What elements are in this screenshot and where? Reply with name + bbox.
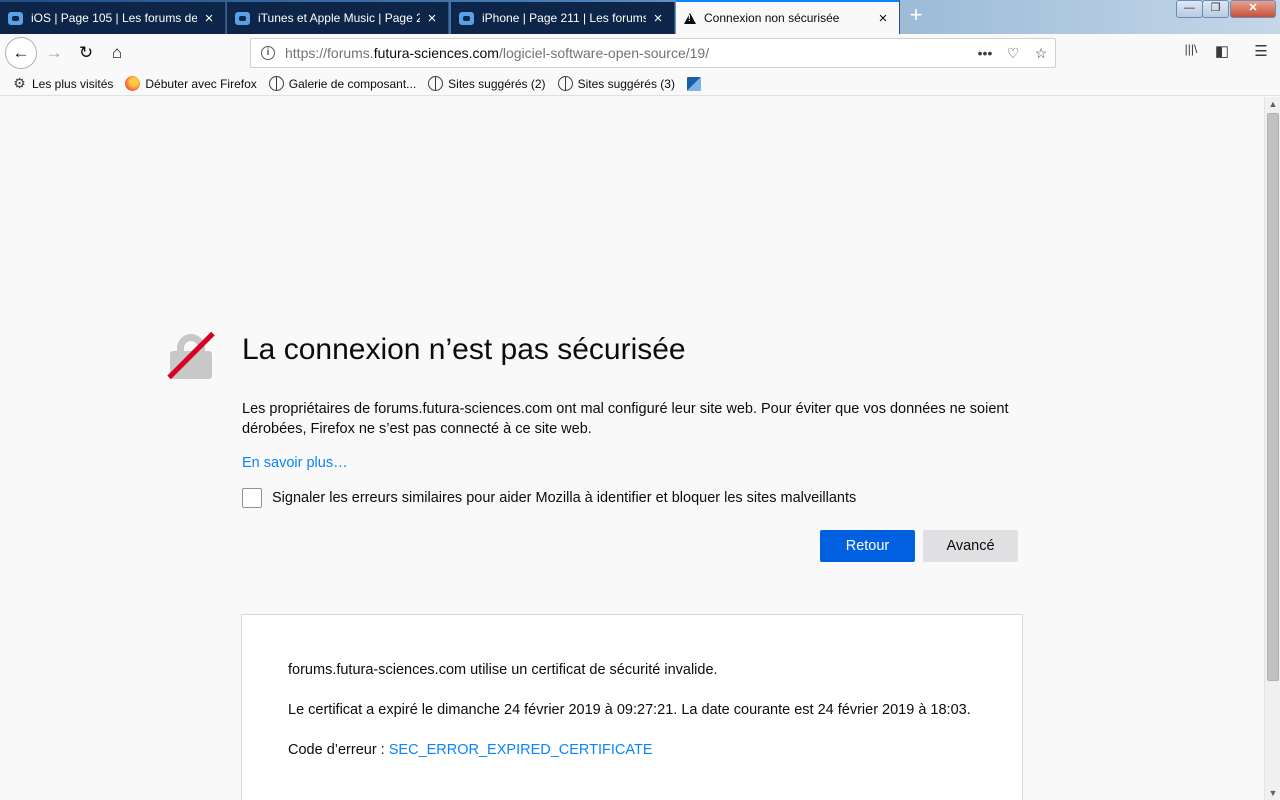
tab-iphone[interactable]: iPhone | Page 211 | Les forums ×: [451, 2, 675, 34]
new-tab-button[interactable]: +: [904, 4, 928, 28]
tab-label: iOS | Page 105 | Les forums de l: [31, 11, 197, 25]
bookmark-suggested-sites-3[interactable]: Sites suggérés (3): [557, 76, 675, 91]
page-title: La connexion n’est pas sécurisée: [242, 333, 686, 366]
tab-close-icon[interactable]: ×: [201, 10, 217, 27]
library-icon[interactable]: |||\: [1180, 42, 1202, 56]
bookmark-getting-started[interactable]: Débuter avec Firefox: [125, 76, 257, 91]
bookmarks-toolbar: ⚙ Les plus visités Débuter avec Firefox …: [0, 72, 1280, 96]
pocket-icon[interactable]: ♡: [999, 45, 1027, 62]
tab-label: iPhone | Page 211 | Les forums: [482, 11, 646, 25]
broken-lock-icon: [166, 331, 216, 381]
bookmark-suggested-sites-2[interactable]: Sites suggérés (2): [428, 76, 546, 91]
tab-itunes[interactable]: iTunes et Apple Music | Page 2 ×: [227, 2, 449, 34]
firefox-icon: [125, 76, 141, 91]
learn-more-link[interactable]: En savoir plus…: [242, 455, 348, 471]
forum-favicon-icon: [459, 11, 474, 25]
navigation-toolbar: ← → ↻ ⌂ i https://forums.futura-sciences…: [0, 34, 1280, 72]
invalid-cert-text: forums.futura-sciences.com utilise un ce…: [288, 662, 718, 678]
error-code-line: Code d’erreur : SEC_ERROR_EXPIRED_CERTIF…: [288, 742, 653, 758]
globe-icon: [428, 76, 444, 91]
restore-button[interactable]: ❐: [1202, 0, 1229, 18]
close-window-button[interactable]: ✕: [1230, 0, 1276, 18]
site-favicon-icon: [686, 76, 701, 91]
gear-icon: ⚙: [13, 75, 26, 91]
minimize-button[interactable]: —: [1176, 0, 1203, 18]
go-back-button[interactable]: Retour: [820, 530, 915, 562]
tab-close-icon[interactable]: ×: [424, 10, 440, 27]
report-errors-checkbox[interactable]: [242, 488, 262, 508]
tab-label: Connexion non sécurisée: [704, 11, 840, 25]
scroll-down-icon[interactable]: ▼: [1268, 788, 1278, 798]
error-code-link[interactable]: SEC_ERROR_EXPIRED_CERTIFICATE: [389, 742, 653, 758]
sidebar-icon[interactable]: ◧: [1211, 42, 1233, 60]
bookmark-most-visited[interactable]: ⚙ Les plus visités: [12, 76, 113, 91]
bookmark-star-icon[interactable]: ☆: [1027, 45, 1055, 62]
globe-icon: [557, 76, 573, 91]
back-button[interactable]: ←: [5, 37, 37, 69]
report-errors-row[interactable]: Signaler les erreurs similaires pour aid…: [242, 488, 856, 508]
reload-button[interactable]: ↻: [72, 39, 100, 67]
advanced-button[interactable]: Avancé: [923, 530, 1018, 562]
tab-close-icon[interactable]: ×: [875, 10, 891, 27]
tab-ios[interactable]: iOS | Page 105 | Les forums de l ×: [0, 2, 226, 34]
page-actions-icon[interactable]: •••: [971, 45, 999, 61]
site-info-icon[interactable]: i: [261, 46, 275, 60]
bookmark-web-slice-gallery[interactable]: Galerie de composant...: [268, 76, 416, 91]
tab-label: iTunes et Apple Music | Page 2: [258, 11, 420, 25]
report-errors-label[interactable]: Signaler les erreurs similaires pour aid…: [272, 490, 856, 506]
certificate-details-panel: forums.futura-sciences.com utilise un ce…: [241, 614, 1023, 800]
scrollbar-thumb[interactable]: [1267, 113, 1279, 681]
warning-icon: [684, 12, 696, 24]
error-description: Les propriétaires de forums.futura-scien…: [242, 401, 1009, 437]
tab-strip: iOS | Page 105 | Les forums de l × iTune…: [0, 0, 1280, 34]
expiry-text: Le certificat a expiré le dimanche 24 fé…: [288, 702, 971, 718]
forum-favicon-icon: [235, 11, 250, 25]
tab-insecure-connection[interactable]: Connexion non sécurisée ×: [676, 0, 900, 34]
bookmark-unnamed[interactable]: [686, 76, 706, 91]
tab-close-icon[interactable]: ×: [650, 10, 666, 27]
menu-icon[interactable]: ☰: [1250, 42, 1272, 60]
home-button[interactable]: ⌂: [103, 39, 131, 67]
forward-button[interactable]: →: [40, 39, 68, 67]
vertical-scrollbar[interactable]: ▲ ▼: [1264, 97, 1280, 800]
url-bar[interactable]: i https://forums.futura-sciences.com/log…: [250, 38, 1056, 68]
forum-favicon-icon: [8, 11, 23, 25]
url-text[interactable]: https://forums.futura-sciences.com/logic…: [285, 45, 971, 61]
scroll-up-icon[interactable]: ▲: [1268, 99, 1278, 109]
globe-icon: [268, 76, 284, 91]
